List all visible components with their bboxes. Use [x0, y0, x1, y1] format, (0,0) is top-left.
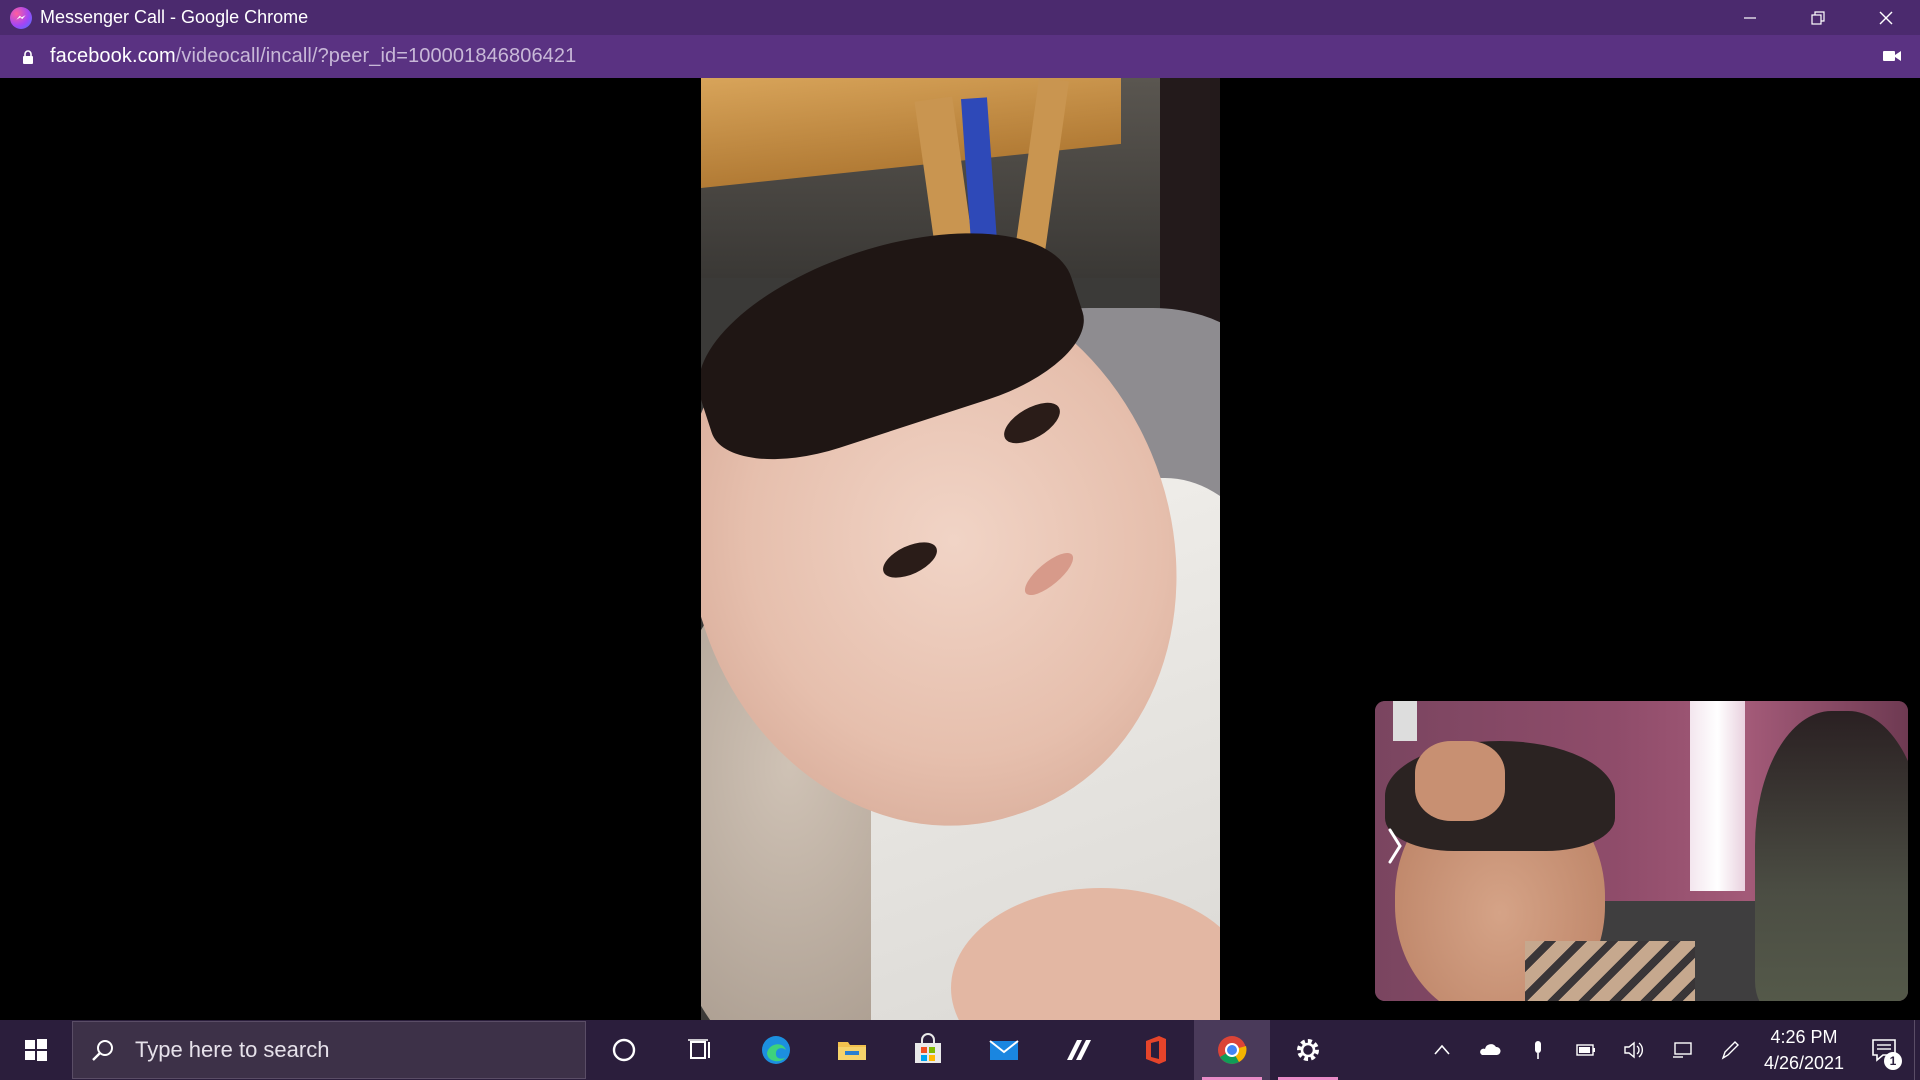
pen-button[interactable]	[1706, 1020, 1754, 1080]
camera-in-use-icon[interactable]	[1882, 48, 1902, 64]
window-title: Messenger Call - Google Chrome	[40, 7, 309, 27]
search-icon	[92, 1040, 113, 1061]
office-button[interactable]	[1118, 1020, 1194, 1080]
chrome-icon	[1218, 1036, 1247, 1064]
app-button[interactable]	[1042, 1020, 1118, 1080]
restore-button[interactable]	[1784, 0, 1852, 35]
video-shape	[1415, 741, 1505, 821]
windows-icon	[25, 1039, 47, 1061]
clock-date: 4/26/2021	[1763, 1053, 1845, 1073]
settings-icon	[1297, 1039, 1319, 1061]
file-explorer-button[interactable]	[814, 1020, 890, 1080]
app-icon	[1067, 1040, 1091, 1060]
cortana-button[interactable]	[586, 1020, 662, 1080]
network-icon	[1673, 1042, 1692, 1058]
taskbar-clock[interactable]: 4:26 PM 4/26/2021	[1754, 1024, 1854, 1076]
mail-icon	[989, 1040, 1019, 1060]
pen-icon	[1721, 1041, 1739, 1060]
url-text[interactable]: facebook.com/videocall/incall/?peer_id=1…	[50, 45, 576, 68]
url-path: /videocall/incall/?peer_id=1000018468064…	[175, 45, 577, 67]
microsoft-store-button[interactable]	[890, 1020, 966, 1080]
start-button[interactable]	[0, 1020, 72, 1080]
chevron-up-icon	[1434, 1044, 1450, 1055]
volume-button[interactable]	[1610, 1020, 1658, 1080]
address-bar[interactable]: facebook.com/videocall/incall/?peer_id=1…	[0, 35, 1920, 78]
show-hidden-icons-button[interactable]	[1418, 1020, 1466, 1080]
messenger-icon	[10, 6, 32, 29]
edge-button[interactable]	[738, 1020, 814, 1080]
search-placeholder: Type here to search	[135, 1037, 330, 1062]
call-area	[0, 78, 1920, 1020]
microphone-icon	[1535, 1041, 1541, 1059]
close-icon	[1879, 11, 1893, 24]
network-button[interactable]	[1658, 1020, 1706, 1080]
battery-button[interactable]	[1562, 1020, 1610, 1080]
task-view-button[interactable]	[662, 1020, 738, 1080]
microsoft-store-icon	[915, 1033, 941, 1063]
minimize-button[interactable]	[1716, 0, 1784, 35]
volume-icon	[1624, 1041, 1643, 1059]
file-explorer-icon	[838, 1042, 866, 1060]
task-view-icon	[688, 1039, 710, 1059]
show-desktop-button[interactable]	[1914, 1020, 1920, 1080]
video-shape	[1525, 941, 1695, 1001]
lock-icon[interactable]	[20, 49, 36, 65]
chevron-right-icon[interactable]	[1385, 826, 1407, 866]
url-host: facebook.com	[50, 45, 176, 67]
remote-video[interactable]	[701, 78, 1220, 1020]
self-video-preview[interactable]	[1375, 701, 1908, 1001]
restore-icon	[1811, 10, 1825, 25]
video-shape	[1755, 711, 1908, 1001]
window-controls	[1716, 0, 1920, 35]
battery-icon	[1576, 1044, 1595, 1056]
taskbar-search-box[interactable]: Type here to search	[72, 1021, 586, 1079]
office-icon	[1146, 1036, 1166, 1064]
close-button[interactable]	[1852, 0, 1920, 35]
video-shape	[1690, 701, 1745, 891]
clock-time: 4:26 PM	[1770, 1027, 1838, 1047]
system-tray: 4:26 PM 4/26/2021 1	[1418, 1020, 1920, 1080]
action-center-button[interactable]: 1	[1854, 1020, 1914, 1080]
browser-title-bar: Messenger Call - Google Chrome	[0, 0, 1920, 35]
mail-button[interactable]	[966, 1020, 1042, 1080]
video-shape	[1393, 701, 1417, 741]
microphone-button[interactable]	[1514, 1020, 1562, 1080]
onedrive-button[interactable]	[1466, 1020, 1514, 1080]
notification-count-badge: 1	[1884, 1052, 1902, 1070]
edge-icon	[762, 1036, 790, 1064]
onedrive-icon	[1480, 1044, 1501, 1055]
minimize-icon	[1744, 16, 1756, 19]
cortana-icon	[612, 1038, 636, 1062]
windows-taskbar: Type here to search 4:26 PM 4/26/2021 1	[0, 1020, 1920, 1080]
settings-button[interactable]	[1270, 1020, 1346, 1080]
chrome-button[interactable]	[1194, 1020, 1270, 1080]
